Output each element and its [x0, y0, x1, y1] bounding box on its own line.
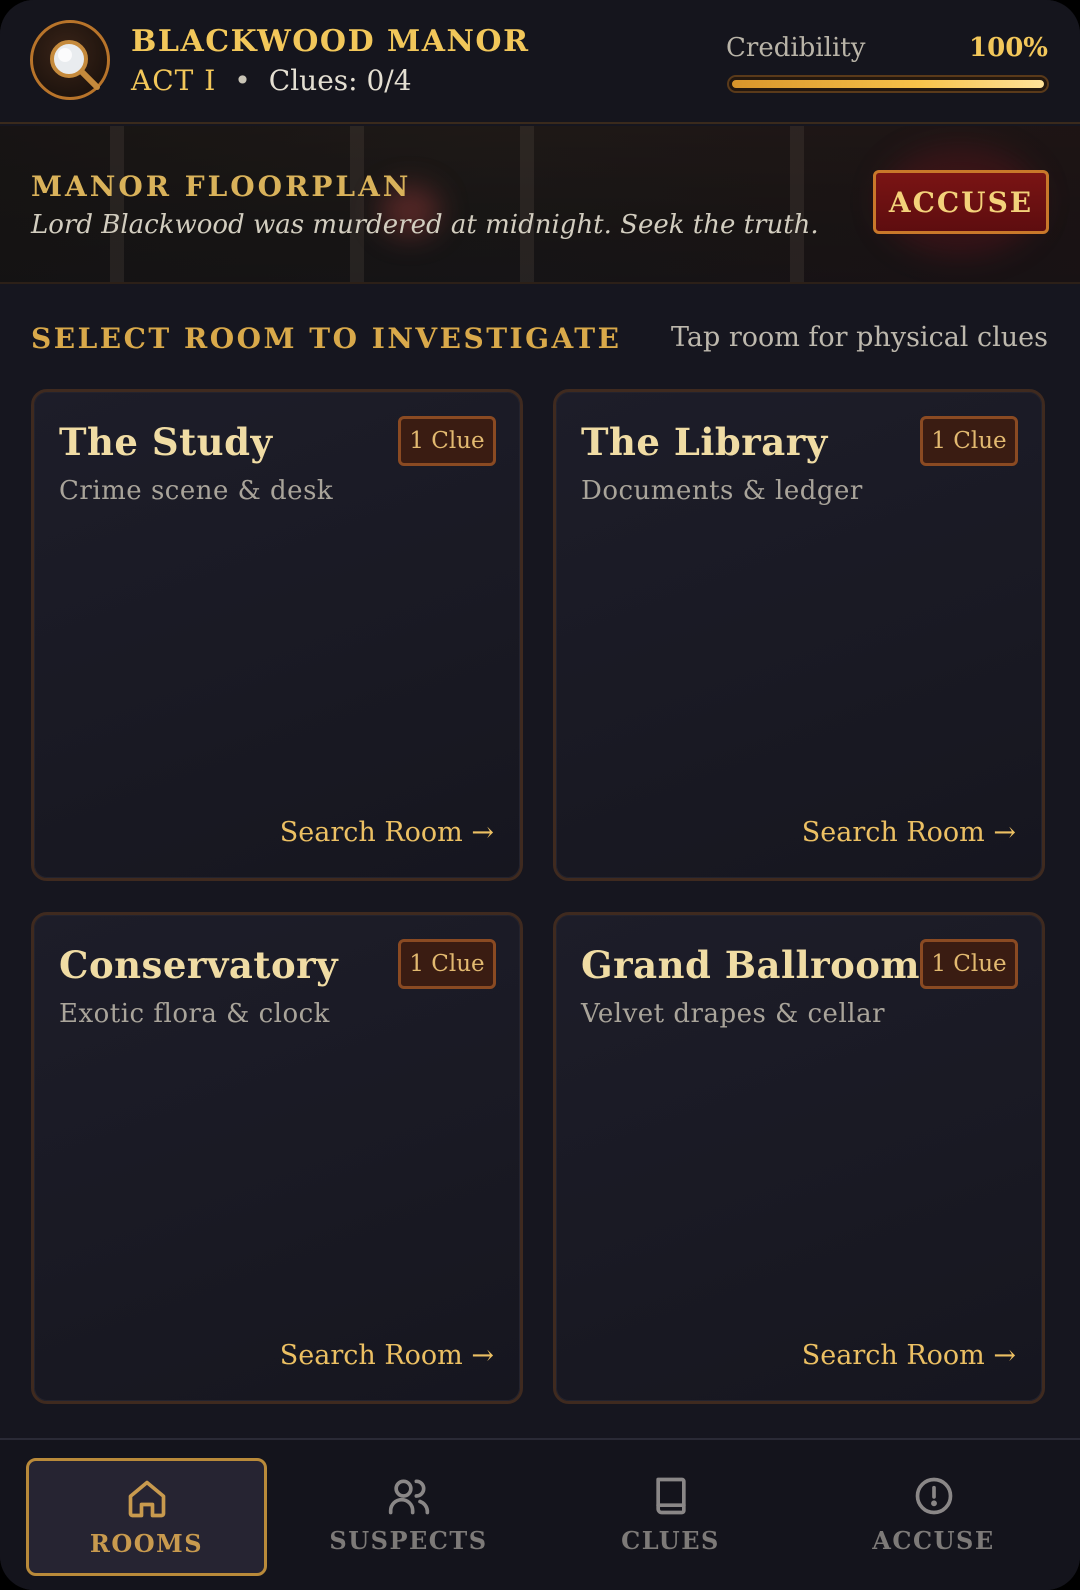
room-card-ballroom[interactable]: Grand Ballroom 1 Clue Velvet drapes & ce… — [553, 912, 1045, 1404]
room-name: Grand Ballroom — [581, 943, 921, 987]
room-description: Exotic flora & clock — [59, 999, 330, 1029]
nav-tab-suspects[interactable]: SUSPECTS — [288, 1458, 529, 1576]
banner-pillar — [520, 126, 534, 282]
game-title: BLACKWOOD MANOR — [131, 24, 530, 59]
banner-pillar — [110, 126, 124, 282]
clue-count-badge: 1 Clue — [920, 416, 1018, 466]
nav-tab-accuse[interactable]: ACCUSE — [813, 1458, 1054, 1576]
credibility-value: 100% — [969, 33, 1048, 63]
book-icon — [655, 1477, 686, 1515]
act-line: ACT I • Clues: 0/4 — [131, 64, 412, 97]
accuse-button[interactable]: ACCUSE — [873, 170, 1049, 234]
nav-label: SUSPECTS — [329, 1526, 488, 1555]
clue-counter: Clues: 0/4 — [268, 64, 412, 97]
room-name: The Library — [581, 420, 828, 464]
home-icon — [128, 1480, 165, 1518]
room-description: Documents & ledger — [581, 476, 863, 506]
credibility-label: Credibility — [726, 33, 866, 63]
search-room-link[interactable]: Search Room → — [802, 1340, 1016, 1371]
room-card-conservatory[interactable]: Conservatory 1 Clue Exotic flora & clock… — [31, 912, 523, 1404]
magnifying-glass-icon — [30, 20, 110, 100]
nav-tab-clues[interactable]: CLUES — [550, 1458, 791, 1576]
alert-circle-icon — [915, 1477, 952, 1515]
section-hint: Tap room for physical clues — [670, 322, 1048, 353]
room-description: Crime scene & desk — [59, 476, 334, 506]
nav-label: ACCUSE — [872, 1526, 995, 1555]
section-title: SELECT ROOM TO INVESTIGATE — [31, 322, 622, 355]
room-name: Conservatory — [59, 943, 339, 987]
nav-label: ROOMS — [89, 1529, 204, 1558]
room-description: Velvet drapes & cellar — [581, 999, 886, 1029]
credibility-bar — [727, 75, 1049, 93]
search-room-link[interactable]: Search Room → — [280, 1340, 494, 1371]
nav-label: CLUES — [621, 1526, 720, 1555]
app-frame: BLACKWOOD MANOR ACT I • Clues: 0/4 Credibi… — [0, 0, 1080, 1590]
floorplan-banner: MANOR FLOORPLAN Lord Blackwood was murde… — [0, 126, 1080, 284]
clue-count-badge: 1 Clue — [398, 416, 496, 466]
bottom-nav: ROOMS SUSPECTS CLUES ACCUSE — [0, 1438, 1080, 1590]
room-card-library[interactable]: The Library 1 Clue Documents & ledger Se… — [553, 389, 1045, 881]
search-room-link[interactable]: Search Room → — [802, 817, 1016, 848]
clue-count-badge: 1 Clue — [398, 939, 496, 989]
credibility-bar-fill — [729, 77, 1047, 91]
act-label: ACT I — [131, 64, 217, 97]
top-bar: BLACKWOOD MANOR ACT I • Clues: 0/4 Credibi… — [0, 0, 1080, 124]
banner-pillar — [790, 126, 804, 282]
banner-title: MANOR FLOORPLAN — [31, 170, 412, 203]
separator-dot: • — [234, 64, 251, 97]
clue-count-badge: 1 Clue — [920, 939, 1018, 989]
room-card-study[interactable]: The Study 1 Clue Crime scene & desk Sear… — [31, 389, 523, 881]
room-name: The Study — [59, 420, 273, 464]
banner-pillar — [350, 126, 364, 282]
users-icon — [388, 1479, 429, 1515]
nav-tab-rooms[interactable]: ROOMS — [26, 1458, 267, 1576]
search-room-link[interactable]: Search Room → — [280, 817, 494, 848]
banner-subtitle: Lord Blackwood was murdered at midnight.… — [31, 210, 819, 240]
